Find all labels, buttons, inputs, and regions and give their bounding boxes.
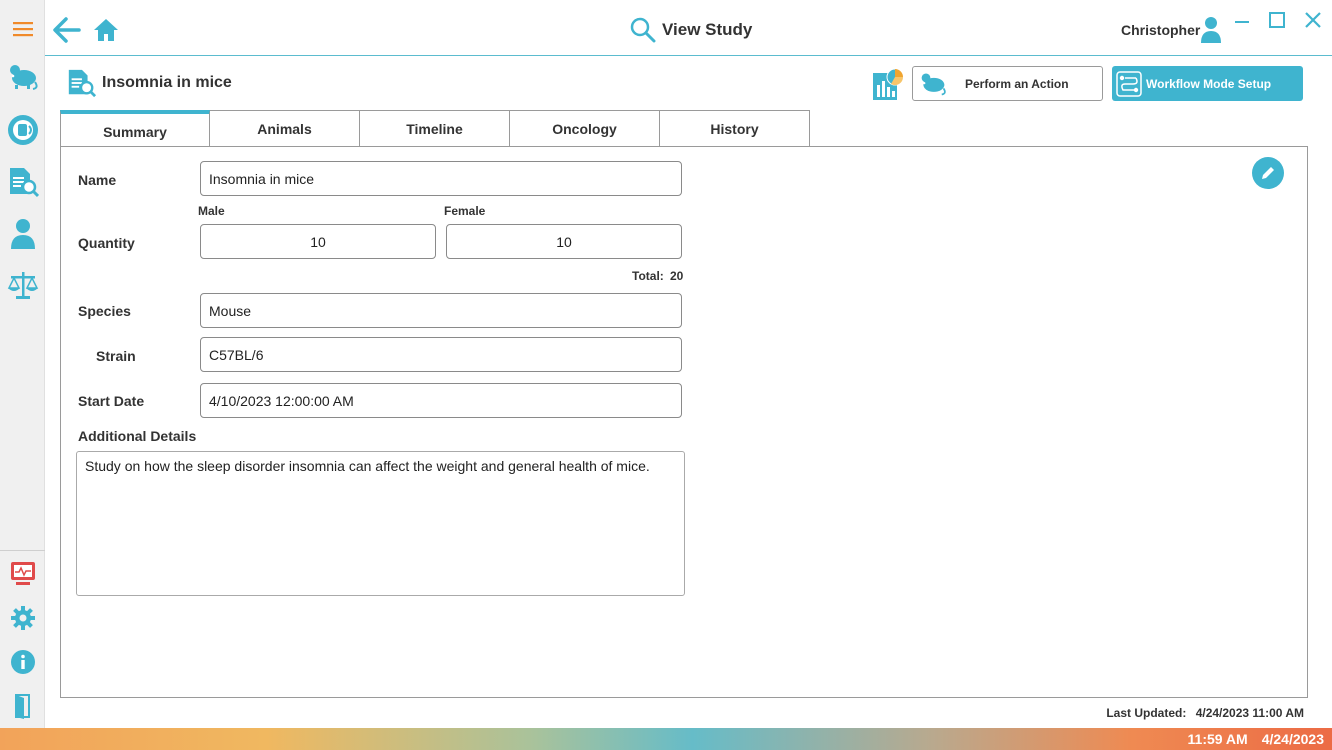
tab-timeline[interactable]: Timeline bbox=[360, 110, 510, 147]
report-chart-icon[interactable] bbox=[872, 67, 904, 101]
user-avatar-icon[interactable] bbox=[1200, 16, 1222, 49]
perform-action-label: Perform an Action bbox=[965, 76, 1069, 91]
sidebar-divider bbox=[0, 550, 45, 551]
status-datetime: 11:59 AM 4/24/2023 bbox=[1188, 731, 1324, 747]
additional-details-textarea[interactable]: Study on how the sleep disorder insomnia… bbox=[76, 451, 685, 596]
total-label: Total: bbox=[632, 269, 664, 283]
mouse-animals-icon[interactable] bbox=[6, 60, 40, 94]
additional-details-label: Additional Details bbox=[78, 428, 197, 444]
view-study-icon[interactable] bbox=[6, 165, 40, 199]
back-arrow-icon[interactable] bbox=[51, 14, 83, 46]
workflow-label: Workflow Mode Setup bbox=[1146, 76, 1272, 91]
status-date: 4/24/2023 bbox=[1261, 731, 1324, 747]
summary-panel: Name Insomnia in mice Male Female Quanti… bbox=[60, 146, 1308, 698]
page-title-text: View Study bbox=[662, 20, 753, 39]
close-icon[interactable] bbox=[1301, 8, 1325, 32]
monitor-icon[interactable] bbox=[6, 557, 40, 591]
minimize-icon[interactable] bbox=[1230, 8, 1254, 32]
species-field[interactable]: Mouse bbox=[200, 293, 682, 328]
edit-button[interactable] bbox=[1252, 157, 1284, 189]
male-quantity-field[interactable]: 10 bbox=[200, 224, 436, 259]
start-date-label: Start Date bbox=[78, 393, 145, 409]
study-title-text: Insomnia in mice bbox=[102, 74, 232, 91]
quantity-label: Quantity bbox=[78, 235, 135, 251]
perform-action-button[interactable]: Perform an Action bbox=[912, 66, 1103, 101]
strain-field[interactable]: C57BL/6 bbox=[200, 337, 682, 372]
pencil-icon bbox=[1262, 167, 1274, 179]
study-document-icon bbox=[68, 69, 96, 98]
total-value: 20 bbox=[670, 269, 684, 283]
maximize-icon[interactable] bbox=[1265, 8, 1289, 32]
tab-summary[interactable]: Summary bbox=[60, 110, 210, 147]
name-field[interactable]: Insomnia in mice bbox=[200, 161, 682, 196]
male-label: Male bbox=[198, 204, 225, 218]
logout-door-icon[interactable] bbox=[6, 689, 40, 723]
mouse-icon bbox=[921, 73, 946, 95]
female-label: Female bbox=[444, 204, 486, 218]
last-updated-value: 4/24/2023 11:00 AM bbox=[1195, 706, 1304, 720]
page-title: View Study bbox=[630, 16, 752, 44]
menu-icon[interactable] bbox=[6, 12, 40, 46]
strain-label: Strain bbox=[96, 348, 136, 364]
last-updated-label: Last Updated: bbox=[1106, 706, 1187, 720]
start-date-field[interactable]: 4/10/2023 12:00:00 AM bbox=[200, 383, 682, 418]
species-label: Species bbox=[78, 303, 131, 319]
settings-gear-icon[interactable] bbox=[6, 601, 40, 635]
status-time: 11:59 AM bbox=[1187, 731, 1248, 747]
scan-tag-icon[interactable] bbox=[6, 113, 40, 147]
top-header: View Study Christopher bbox=[45, 0, 1332, 56]
scales-compliance-icon[interactable] bbox=[6, 268, 40, 302]
tab-animals[interactable]: Animals bbox=[210, 110, 360, 147]
tab-oncology[interactable]: Oncology bbox=[510, 110, 660, 147]
home-icon[interactable] bbox=[90, 14, 122, 46]
left-sidebar bbox=[0, 0, 45, 728]
info-icon[interactable] bbox=[6, 645, 40, 679]
study-title: Insomnia in mice bbox=[66, 68, 232, 98]
last-updated: Last Updated: 4/24/2023 11:00 AM bbox=[1106, 706, 1304, 720]
tab-bar: Summary Animals Timeline Oncology Histor… bbox=[60, 110, 810, 147]
name-label: Name bbox=[78, 172, 117, 188]
tab-history[interactable]: History bbox=[660, 110, 810, 147]
user-icon[interactable] bbox=[6, 217, 40, 251]
workflow-icon bbox=[1116, 70, 1142, 97]
status-bar: 11:59 AM 4/24/2023 bbox=[0, 728, 1332, 750]
female-quantity-field[interactable]: 10 bbox=[446, 224, 682, 259]
workflow-mode-setup-button[interactable]: Workflow Mode Setup bbox=[1112, 66, 1303, 101]
search-icon bbox=[630, 17, 656, 43]
user-name[interactable]: Christopher bbox=[1121, 22, 1200, 38]
